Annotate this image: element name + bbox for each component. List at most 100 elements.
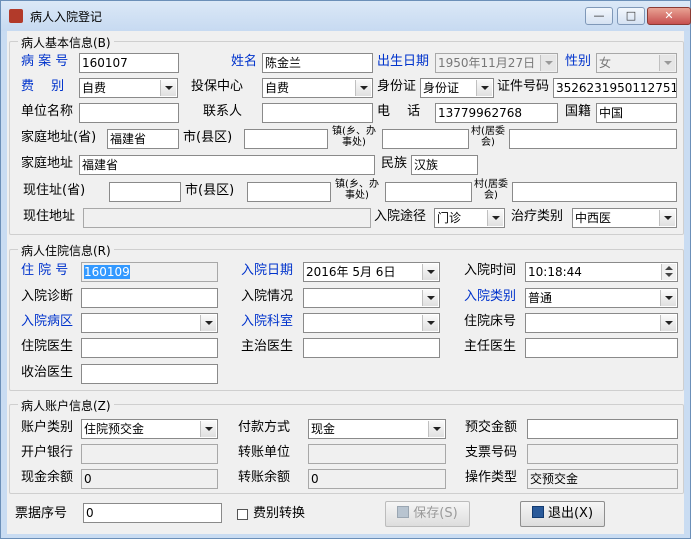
idno-field[interactable]: 35262319501127512 bbox=[553, 78, 677, 98]
home-addr-label: 家庭地址 bbox=[21, 156, 74, 171]
diagnosis-field[interactable] bbox=[81, 288, 218, 308]
treat-type-select[interactable]: 中西医 bbox=[572, 208, 677, 228]
attending-field[interactable] bbox=[303, 338, 440, 358]
bed-select[interactable] bbox=[525, 313, 678, 333]
fee-select[interactable]: 自费 bbox=[79, 78, 178, 98]
chief-label: 主任医生 bbox=[464, 339, 517, 354]
chief-field[interactable] bbox=[525, 338, 678, 358]
admit-type-select[interactable]: 普通 bbox=[525, 288, 678, 308]
contact-label: 联系人 bbox=[203, 104, 243, 119]
home-city-field[interactable] bbox=[244, 129, 328, 149]
admit-route-select[interactable]: 门诊 bbox=[434, 208, 505, 228]
stay-info-title: 病人住院信息(R) bbox=[18, 242, 114, 259]
account-info-title: 病人账户信息(Z) bbox=[18, 397, 114, 414]
condition-select[interactable] bbox=[303, 288, 440, 308]
chevron-down-icon bbox=[160, 80, 176, 96]
cur-village-field[interactable] bbox=[512, 182, 677, 202]
basic-info-title: 病人基本信息(B) bbox=[18, 34, 114, 51]
cur-addr-label: 现住地址 bbox=[23, 209, 76, 224]
cur-city-field[interactable] bbox=[247, 182, 331, 202]
cur-town-field[interactable] bbox=[385, 182, 472, 202]
attending-label: 主治医生 bbox=[241, 339, 294, 354]
chevron-down-icon bbox=[660, 315, 676, 331]
acct-type-select[interactable]: 住院预交金 bbox=[81, 419, 218, 439]
name-field[interactable]: 陈金兰 bbox=[262, 53, 373, 73]
chevron-down-icon bbox=[476, 80, 492, 96]
admit-type-value: 普通 bbox=[528, 291, 553, 305]
transfer-unit-field[interactable] bbox=[308, 444, 446, 464]
main-window: 病人入院登记 — □ ✕ 病人基本信息(B) 病 案 号 160107 姓名 陈… bbox=[0, 0, 691, 539]
spinner-arrows-icon[interactable] bbox=[661, 264, 676, 280]
admit-time-value: 10:18:44 bbox=[528, 265, 582, 279]
dept-select[interactable] bbox=[303, 313, 440, 333]
receipt-field[interactable]: 0 bbox=[83, 503, 222, 523]
treat-type-value: 中西医 bbox=[575, 211, 612, 225]
home-addr-field[interactable]: 福建省 bbox=[79, 155, 375, 175]
cur-province-field[interactable] bbox=[109, 182, 181, 202]
close-button[interactable]: ✕ bbox=[647, 7, 691, 25]
title-bar: 病人入院登记 — □ ✕ bbox=[1, 1, 691, 31]
chevron-down-icon bbox=[659, 210, 675, 226]
dob-picker[interactable]: 1950年11月27日 bbox=[435, 53, 558, 73]
name-label: 姓名 bbox=[231, 54, 258, 69]
pay-method-select[interactable]: 现金 bbox=[308, 419, 446, 439]
cheque-label: 支票号码 bbox=[465, 445, 518, 460]
transfer-balance-field[interactable]: 0 bbox=[308, 469, 446, 489]
admit-date-picker[interactable]: 2016年 5月 6日 bbox=[303, 262, 440, 282]
gender-select[interactable]: 女 bbox=[596, 53, 677, 73]
inpatient-no-label: 住 院 号 bbox=[21, 263, 69, 278]
receiving-field[interactable] bbox=[81, 364, 218, 384]
gender-label: 性别 bbox=[565, 54, 592, 69]
doctor-field[interactable] bbox=[81, 338, 218, 358]
fee-switch-checkbox[interactable] bbox=[237, 509, 248, 520]
pay-method-label: 付款方式 bbox=[238, 420, 291, 435]
home-town-field[interactable] bbox=[382, 129, 469, 149]
employer-field[interactable] bbox=[79, 103, 179, 123]
home-province-label: 家庭地址(省) bbox=[21, 130, 97, 145]
save-button-label: 保存(S) bbox=[413, 506, 458, 521]
ward-select[interactable] bbox=[81, 313, 218, 333]
idtype-select[interactable]: 身份证 bbox=[420, 78, 494, 98]
deposit-field[interactable] bbox=[527, 419, 678, 439]
acct-type-value: 住院预交金 bbox=[84, 422, 145, 436]
fee-label: 费 别 bbox=[21, 79, 65, 94]
home-village-field[interactable] bbox=[509, 129, 677, 149]
chevron-down-icon bbox=[422, 290, 438, 306]
cash-balance-field[interactable]: 0 bbox=[81, 469, 218, 489]
save-icon bbox=[397, 506, 410, 518]
home-town-label: 镇(乡、办事处) bbox=[332, 126, 376, 148]
exit-button[interactable]: 退出(X) bbox=[520, 501, 605, 527]
diagnosis-label: 入院诊断 bbox=[21, 289, 74, 304]
chevron-down-icon bbox=[200, 315, 216, 331]
home-city-label: 市(县区) bbox=[183, 130, 233, 145]
minimize-button[interactable]: — bbox=[585, 7, 613, 25]
cur-city-label: 市(县区) bbox=[185, 183, 235, 198]
inpatient-no-field[interactable]: 160109 bbox=[81, 262, 218, 282]
bank-field[interactable] bbox=[81, 444, 218, 464]
gender-value: 女 bbox=[599, 56, 612, 70]
cur-province-label: 现住址(省) bbox=[23, 183, 86, 198]
phone-field[interactable]: 13779962768 bbox=[435, 103, 558, 123]
bed-label: 住院床号 bbox=[464, 314, 517, 329]
contact-field[interactable] bbox=[262, 103, 373, 123]
save-button[interactable]: 保存(S) bbox=[385, 501, 470, 527]
dept-label: 入院科室 bbox=[241, 314, 294, 329]
chevron-down-icon bbox=[428, 421, 444, 437]
admit-time-spinner[interactable]: 10:18:44 bbox=[525, 262, 678, 282]
fee-value: 自费 bbox=[82, 81, 107, 95]
case-no-field[interactable]: 160107 bbox=[79, 53, 179, 73]
employer-label: 单位名称 bbox=[21, 104, 74, 119]
nationality-field[interactable]: 中国 bbox=[596, 103, 677, 123]
maximize-button[interactable]: □ bbox=[617, 7, 645, 25]
home-province-field[interactable]: 福建省 bbox=[107, 129, 179, 149]
cur-addr-field[interactable] bbox=[83, 208, 371, 228]
cheque-field[interactable] bbox=[527, 444, 678, 464]
op-type-field[interactable]: 交预交金 bbox=[527, 469, 678, 489]
inpatient-no-value: 160109 bbox=[84, 265, 130, 279]
case-no-label: 病 案 号 bbox=[21, 54, 69, 69]
ethnicity-field[interactable]: 汉族 bbox=[411, 155, 478, 175]
exit-button-label: 退出(X) bbox=[547, 506, 594, 521]
deposit-label: 预交金额 bbox=[465, 420, 518, 435]
insurance-select[interactable]: 自费 bbox=[262, 78, 373, 98]
admit-date-label: 入院日期 bbox=[241, 263, 294, 278]
